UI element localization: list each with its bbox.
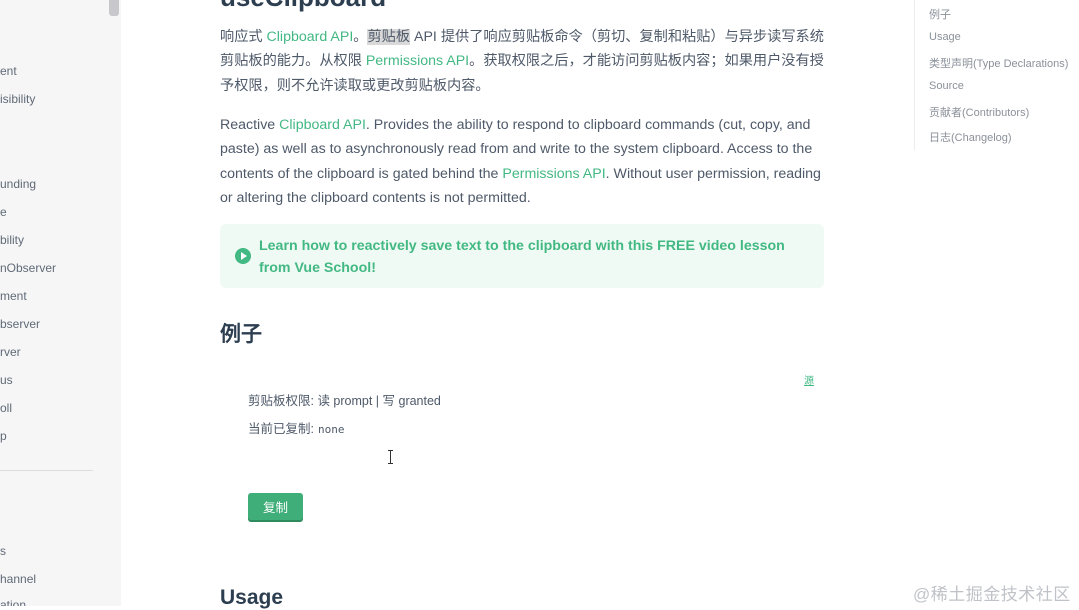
toc-item-contributors[interactable]: 贡献者(Contributors)	[929, 104, 1029, 120]
sidebar-item[interactable]: ation	[0, 598, 26, 606]
watermark: @稀土掘金技术社区	[913, 585, 1071, 604]
copy-button[interactable]: 复制	[248, 493, 303, 520]
copied-value: none	[317, 423, 345, 436]
clipboard-api-link[interactable]: Clipboard API	[279, 117, 366, 133]
intro-zh-text: 响应式	[220, 29, 267, 45]
sidebar-item[interactable]: hannel	[0, 572, 36, 586]
usage-heading: Usage	[220, 586, 284, 609]
sidebar-scrollbar[interactable]	[109, 0, 119, 16]
sidebar-item[interactable]: bility	[0, 233, 24, 247]
toc-item-example[interactable]: 例子	[929, 6, 951, 22]
sidebar: ent isibility unding e bility nObserver …	[0, 0, 121, 606]
sidebar-item[interactable]: nObserver	[0, 261, 56, 275]
intro-zh: 响应式 Clipboard API。剪贴板 API 提供了响应剪贴板命令（剪切、…	[220, 25, 830, 98]
sidebar-item[interactable]: oll	[0, 401, 12, 415]
sidebar-item[interactable]: us	[0, 373, 13, 387]
intro-en: Reactive Clipboard API. Provides the abi…	[220, 113, 830, 210]
toc-item-changelog[interactable]: 日志(Changelog)	[929, 129, 1012, 145]
toc-item-usage[interactable]: Usage	[929, 31, 961, 43]
sidebar-item[interactable]: p	[0, 429, 7, 443]
play-icon	[235, 248, 251, 264]
page-title: useClipboard	[220, 0, 386, 13]
example-heading: 例子	[220, 323, 262, 346]
table-of-contents: 例子 Usage 类型声明(Type Declarations) Source …	[914, 0, 1079, 150]
sidebar-item[interactable]: ent	[0, 64, 17, 78]
toc-item-type-declarations[interactable]: 类型声明(Type Declarations)	[929, 55, 1068, 71]
permissions-api-link[interactable]: Permissions API	[366, 53, 469, 69]
sidebar-item[interactable]: unding	[0, 177, 36, 191]
clipboard-api-link[interactable]: Clipboard API	[267, 29, 354, 45]
intro-en-text: Reactive	[220, 117, 280, 133]
sidebar-item[interactable]: rver	[0, 345, 21, 359]
permissions-status: 剪贴板权限: 读 prompt | 写 granted	[248, 394, 441, 408]
video-lesson-tip[interactable]: Learn how to reactively save text to the…	[220, 224, 824, 288]
demo-source-link[interactable]: 源	[804, 372, 814, 387]
text-cursor-icon	[388, 450, 393, 464]
copied-status: 当前已复制: none	[248, 418, 344, 437]
video-lesson-link[interactable]: Learn how to reactively save text to the…	[259, 236, 799, 279]
permissions-api-link[interactable]: Permissions API	[502, 166, 605, 182]
sidebar-item[interactable]: ment	[0, 289, 27, 303]
sidebar-divider	[0, 470, 93, 471]
sidebar-item[interactable]: e	[0, 205, 7, 219]
intro-zh-text: 。	[353, 29, 368, 45]
sidebar-item[interactable]: isibility	[0, 92, 35, 106]
toc-item-source[interactable]: Source	[929, 80, 964, 92]
sidebar-item[interactable]: s	[0, 544, 6, 558]
copied-label: 当前已复制:	[248, 422, 314, 436]
sidebar-item[interactable]: bserver	[0, 317, 40, 331]
highlighted-text: 剪贴板	[367, 29, 411, 45]
